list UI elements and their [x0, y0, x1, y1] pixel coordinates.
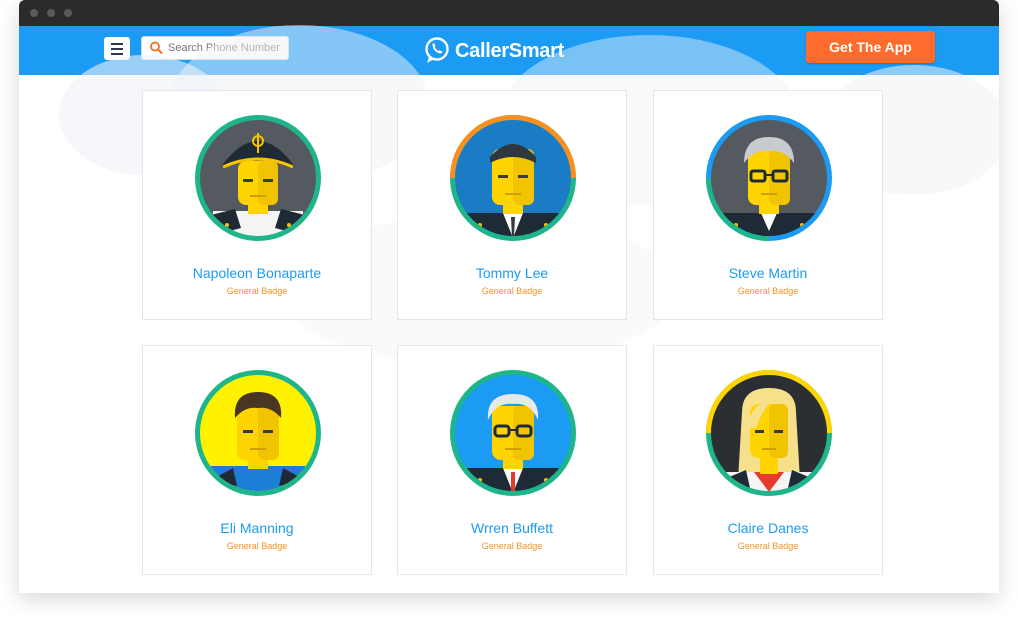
window-close-dot[interactable] — [30, 9, 38, 17]
warren-buffett-avatar-icon — [448, 368, 578, 498]
hamburger-line — [111, 42, 123, 45]
window-titlebar — [19, 0, 999, 26]
card-badge: General Badge — [481, 541, 543, 551]
card-badge: General Badge — [737, 286, 799, 296]
celebrity-card[interactable]: Wrren Buffett General Badge — [397, 345, 627, 575]
browser-window: CallerSmart Get The App — [19, 0, 999, 593]
celebrity-card[interactable]: Tommy Lee General Badge — [397, 90, 627, 320]
steve-martin-avatar-icon — [704, 113, 834, 243]
celebrity-card[interactable]: Claire Danes General Badge — [653, 345, 883, 575]
tommy-lee-avatar-icon — [448, 113, 578, 243]
window-minimize-dot[interactable] — [47, 9, 55, 17]
card-badge: General Badge — [226, 541, 288, 551]
card-badge: General Badge — [226, 286, 288, 296]
main-content: Napoleon Bonaparte General Badge Tommy L… — [19, 25, 999, 593]
get-the-app-button[interactable]: Get The App — [806, 31, 935, 63]
napoleon-avatar-icon — [193, 113, 323, 243]
card-name[interactable]: Claire Danes — [654, 520, 882, 536]
card-name[interactable]: Wrren Buffett — [398, 520, 626, 536]
card-name[interactable]: Napoleon Bonaparte — [143, 265, 371, 281]
hamburger-line — [111, 47, 123, 50]
card-badge: General Badge — [481, 286, 543, 296]
celebrity-card[interactable]: Steve Martin General Badge — [653, 90, 883, 320]
card-name[interactable]: Eli Manning — [143, 520, 371, 536]
claire-danes-avatar-icon — [704, 368, 834, 498]
card-name[interactable]: Steve Martin — [654, 265, 882, 281]
eli-manning-avatar-icon — [193, 368, 323, 498]
celebrity-card[interactable]: Eli Manning General Badge — [142, 345, 372, 575]
card-badge: General Badge — [737, 541, 799, 551]
window-maximize-dot[interactable] — [64, 9, 72, 17]
hamburger-line — [111, 52, 123, 55]
celebrity-card[interactable]: Napoleon Bonaparte General Badge — [142, 90, 372, 320]
phone-bubble-icon — [425, 37, 449, 63]
card-name[interactable]: Tommy Lee — [398, 265, 626, 281]
